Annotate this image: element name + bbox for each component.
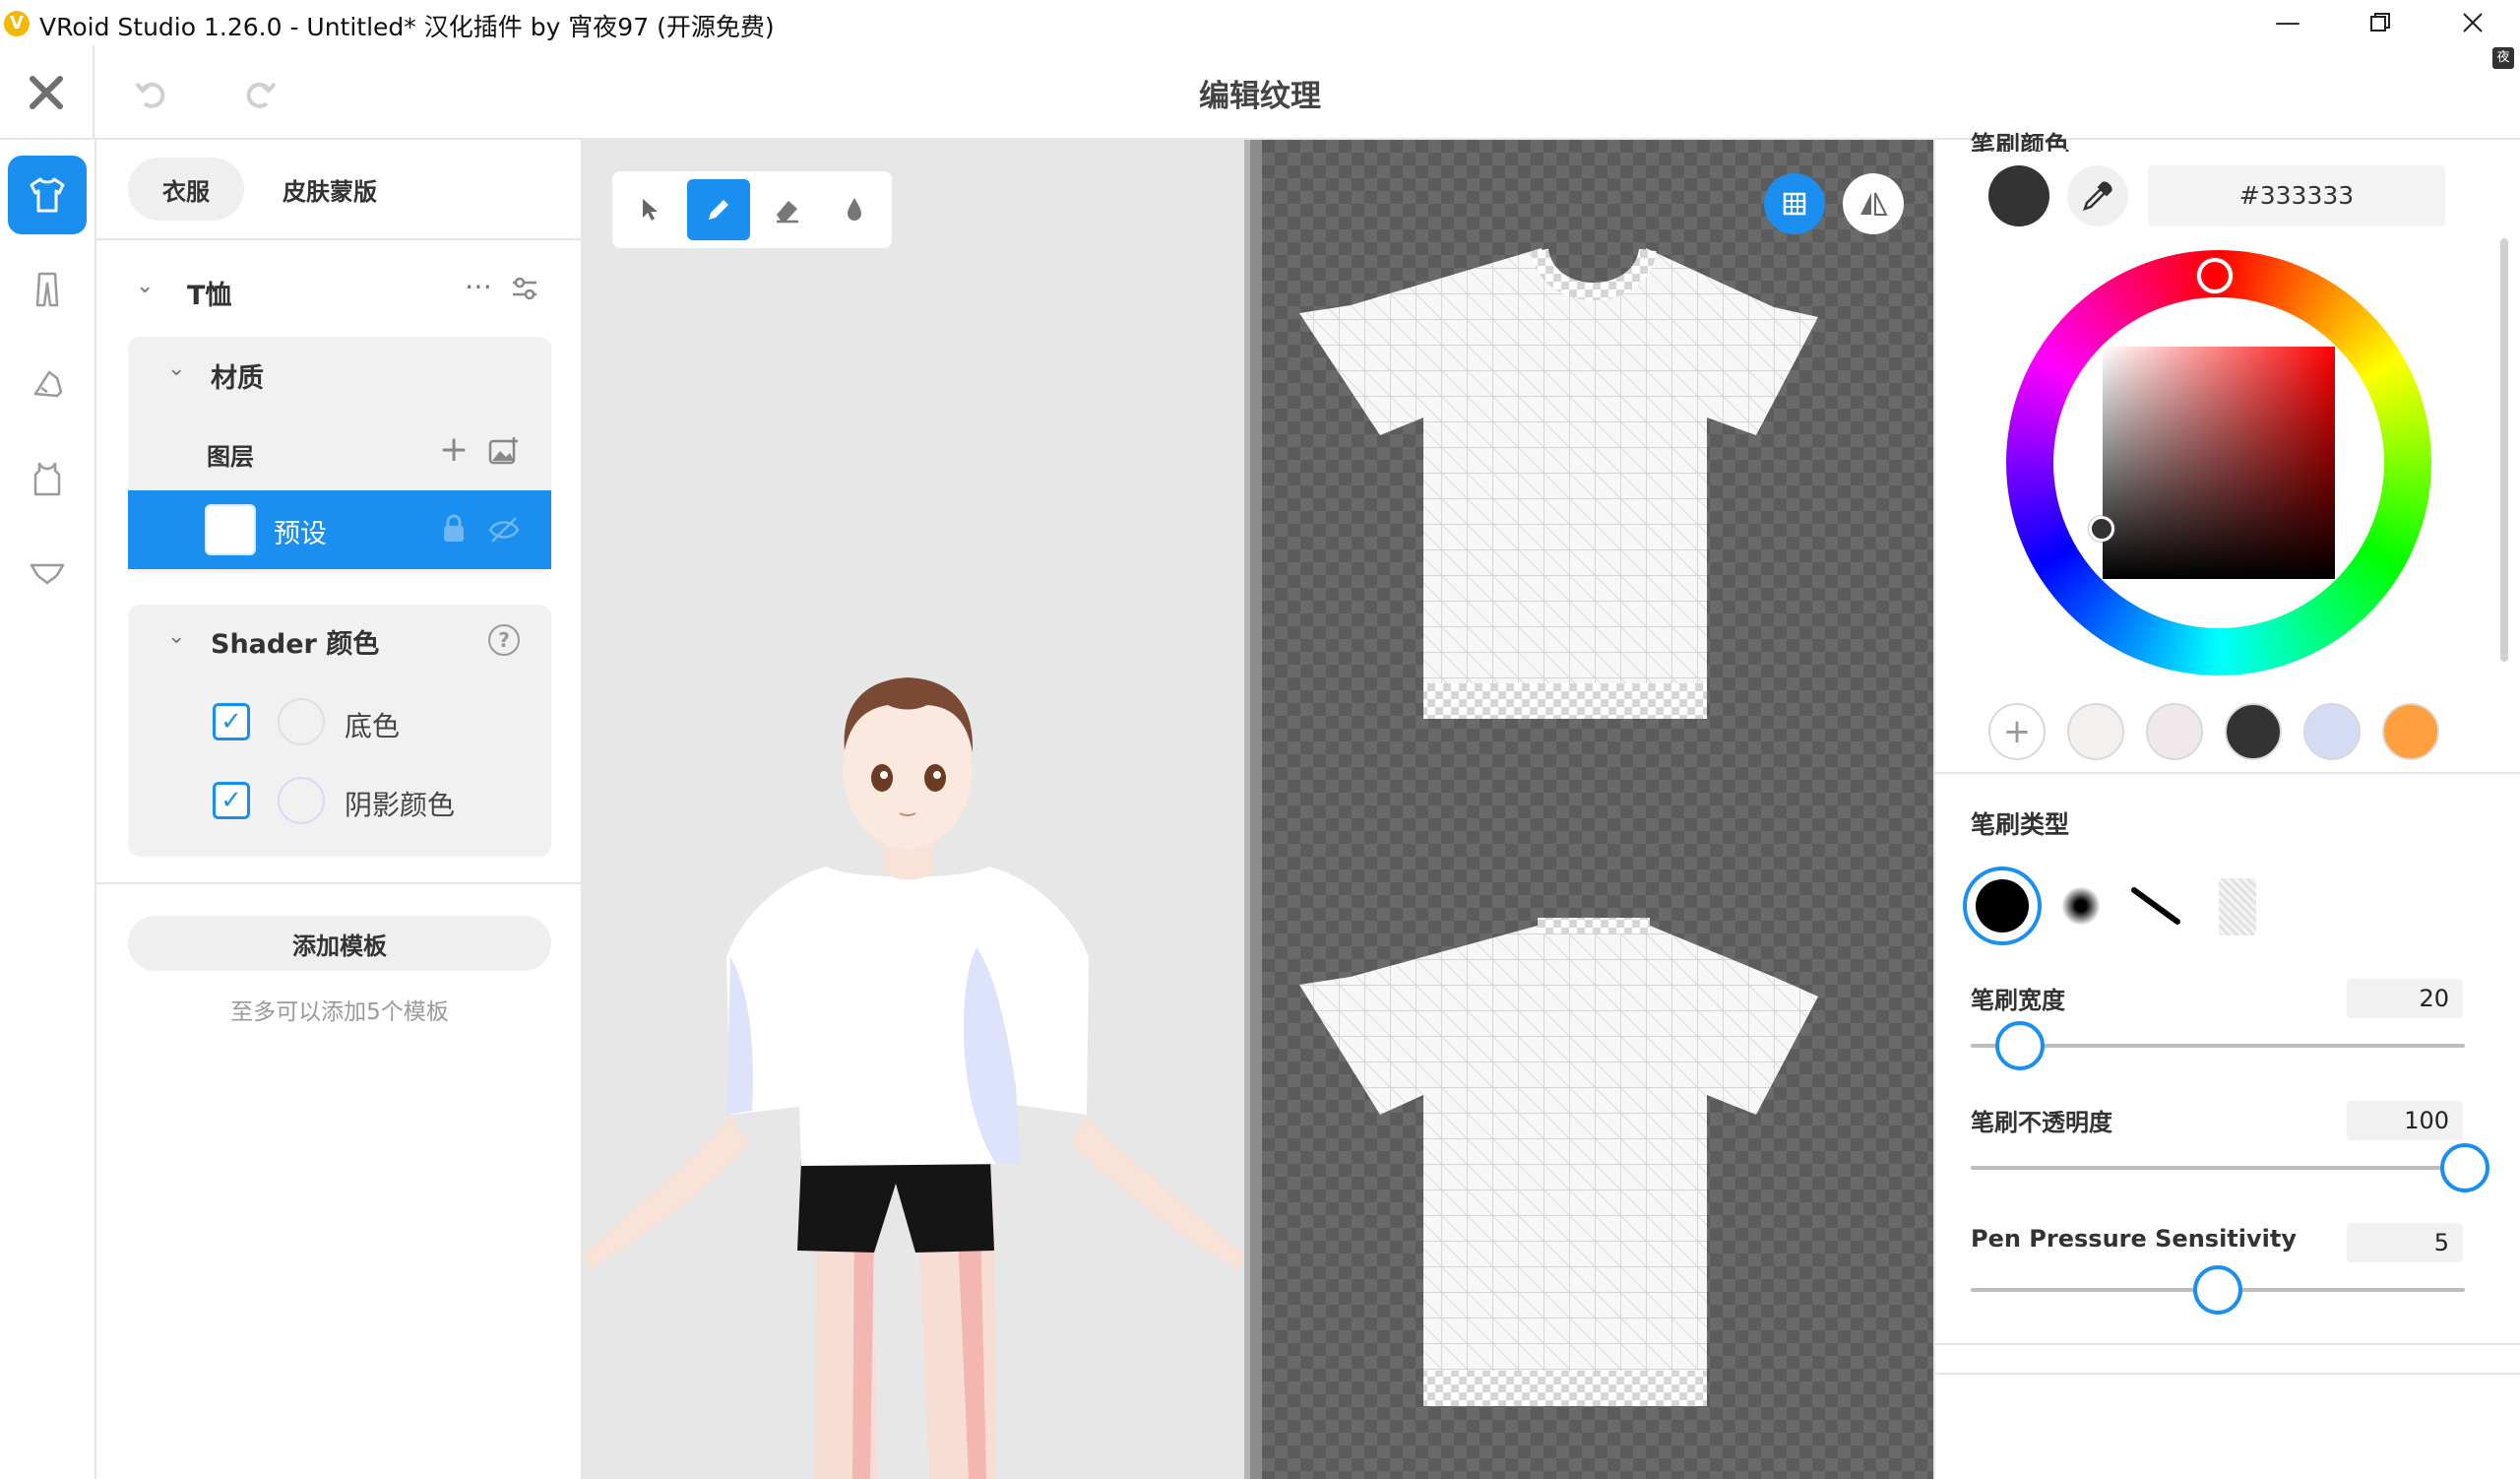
window-title: VRoid Studio 1.26.0 - Untitled* 汉化插件 by … — [39, 13, 775, 41]
shadow-color-checkbox[interactable]: ✓ — [213, 782, 250, 819]
locale-badge: 夜 — [2492, 47, 2514, 69]
3d-viewport[interactable] — [583, 140, 1244, 1479]
shoe-icon — [33, 370, 63, 398]
layers-label: 图层 — [207, 443, 254, 471]
add-layer-icon[interactable]: + — [439, 429, 469, 470]
settings-sliders-icon[interactable] — [510, 274, 539, 307]
brush-soft-round[interactable] — [2061, 886, 2101, 926]
tab-clothing[interactable]: 衣服 — [128, 158, 244, 221]
brush-opacity-value[interactable]: 100 — [2347, 1101, 2463, 1140]
minimize-icon[interactable]: — — [2242, 0, 2333, 45]
preset-swatch[interactable] — [2146, 703, 2203, 760]
close-icon[interactable] — [2427, 0, 2518, 45]
saturation-value-square[interactable] — [2103, 347, 2335, 579]
add-image-layer-icon[interactable] — [488, 435, 520, 469]
preset-swatch[interactable] — [2225, 703, 2282, 760]
tab-skin-mask[interactable]: 皮肤蒙版 — [256, 158, 404, 221]
app-header: 编辑纹理 夜 — [0, 45, 2520, 140]
help-icon[interactable]: ? — [488, 624, 520, 656]
more-icon[interactable]: ⋯ — [465, 270, 492, 302]
divider — [1935, 772, 2520, 774]
layer-panel: 衣服 皮肤蒙版 ⌄ T恤 ⋯ ⌄ 材质 图层 + 预设 ⌄ Shader 颜色 … — [96, 140, 583, 1479]
nav-shoes[interactable] — [8, 345, 87, 423]
nav-pants[interactable] — [8, 250, 87, 329]
pen-pressure-label: Pen Pressure Sensitivity — [1971, 1225, 2297, 1253]
shader-label: Shader 颜色 — [211, 629, 380, 660]
pen-pressure-value[interactable]: 5 — [2347, 1223, 2463, 1262]
divider — [96, 882, 583, 884]
preset-swatch[interactable] — [2303, 703, 2361, 760]
divider — [96, 238, 583, 240]
color-handle[interactable] — [2089, 516, 2114, 542]
hex-color-input[interactable]: #333333 — [2148, 165, 2445, 226]
base-color-swatch[interactable] — [278, 698, 325, 745]
add-preset-button[interactable]: + — [1988, 703, 2046, 760]
chevron-down-icon[interactable]: ⌄ — [167, 356, 185, 381]
viewport-splitter[interactable] — [1244, 140, 1262, 1479]
maximize-icon[interactable] — [2335, 0, 2426, 45]
shadow-color-swatch[interactable] — [278, 777, 325, 824]
layer-row-selected[interactable]: 预设 — [128, 490, 551, 569]
layer-name: 预设 — [274, 519, 327, 549]
brush-color-label: 笔刷颜色 — [1971, 131, 2070, 152]
eyedropper-button[interactable] — [2067, 165, 2128, 226]
uv-shirt-front — [1299, 247, 1818, 1406]
material-label: 材质 — [211, 363, 264, 394]
eyedropper-icon — [2083, 181, 2112, 211]
nav-underwear[interactable] — [8, 534, 87, 612]
nav-tshirt[interactable] — [8, 156, 87, 234]
hue-handle[interactable] — [2197, 258, 2233, 293]
base-color-label: 底色 — [345, 710, 401, 742]
layer-thumbnail — [205, 504, 256, 555]
brush-opacity-track[interactable] — [1971, 1166, 2465, 1170]
nav-tops[interactable] — [8, 439, 87, 518]
texture-canvas[interactable] — [1262, 140, 1933, 1479]
brush-type-label: 笔刷类型 — [1971, 810, 2070, 839]
add-template-button[interactable]: 添加模板 — [128, 916, 551, 971]
divider — [1935, 1373, 2520, 1375]
title-bar: V VRoid Studio 1.26.0 - Untitled* 汉化插件 b… — [0, 0, 2520, 45]
brush-calligraphy[interactable] — [2128, 882, 2183, 933]
item-title: T恤 — [187, 281, 232, 311]
app-logo-icon: V — [4, 11, 30, 36]
pen-pressure-knob[interactable] — [2193, 1265, 2242, 1315]
lock-icon[interactable] — [441, 514, 467, 547]
scrollbar[interactable] — [2500, 238, 2508, 662]
tanktop-icon — [33, 462, 61, 496]
brush-width-value[interactable]: 20 — [2347, 979, 2463, 1018]
preset-swatch[interactable] — [2067, 703, 2124, 760]
underwear-icon — [30, 563, 65, 585]
brush-hard-round[interactable] — [1963, 867, 2042, 945]
category-sidebar — [0, 140, 96, 1479]
brush-settings-panel: 笔刷颜色 #333333 + 笔刷类型 笔刷宽度 20 笔刷不透明度 100 P… — [1933, 131, 2520, 1479]
base-color-checkbox[interactable]: ✓ — [213, 703, 250, 740]
brush-width-knob[interactable] — [1995, 1021, 2046, 1070]
brush-width-label: 笔刷宽度 — [1971, 987, 2065, 1014]
brush-texture[interactable] — [2219, 878, 2256, 935]
brush-opacity-knob[interactable] — [2440, 1143, 2489, 1192]
avatar-model — [583, 677, 1244, 1479]
template-hint: 至多可以添加5个模板 — [230, 999, 449, 1025]
pants-icon — [35, 272, 59, 307]
chevron-down-icon[interactable]: ⌄ — [136, 274, 154, 298]
preset-swatch[interactable] — [2382, 703, 2439, 760]
page-title: 编辑纹理 — [1199, 79, 1321, 114]
tshirt-icon — [30, 177, 65, 213]
brush-width-track[interactable] — [1971, 1044, 2465, 1048]
visibility-off-icon[interactable] — [488, 516, 520, 547]
shadow-color-label: 阴影颜色 — [345, 789, 456, 821]
divider — [1935, 1343, 2520, 1345]
chevron-down-icon[interactable]: ⌄ — [167, 624, 185, 649]
current-color-swatch[interactable] — [1988, 165, 2049, 226]
brush-opacity-label: 笔刷不透明度 — [1971, 1109, 2112, 1136]
